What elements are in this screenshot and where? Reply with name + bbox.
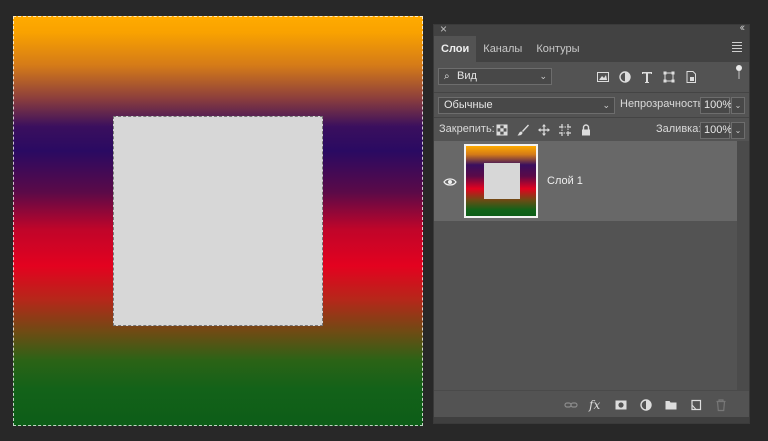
chevron-down-icon: ⌄ <box>539 71 547 81</box>
chevron-down-icon: ⌄ <box>602 100 610 110</box>
mask-icon[interactable] <box>614 398 628 412</box>
shape-filter-icon[interactable] <box>662 70 676 84</box>
tab-channels[interactable]: Каналы <box>476 36 529 62</box>
layer-filter-row: ⌕ Вид ⌄ <box>434 62 749 92</box>
tab-paths[interactable]: Контуры <box>529 36 586 62</box>
filter-toggle-stem <box>738 71 740 79</box>
fx-icon[interactable]: fx <box>589 398 603 412</box>
link-icon[interactable] <box>564 398 578 412</box>
tab-layers[interactable]: Слои <box>434 36 477 62</box>
layer-row[interactable]: Слой 1 <box>434 141 737 221</box>
close-icon[interactable]: × <box>440 22 447 36</box>
blend-mode-value: Обычные <box>444 99 493 111</box>
lock-transparency-icon[interactable] <box>495 123 509 137</box>
blend-mode-select[interactable]: Обычные ⌄ <box>438 97 615 114</box>
document-canvas[interactable] <box>13 16 423 426</box>
lock-label: Закрепить: <box>439 123 495 135</box>
opacity-label: Непрозрачность: <box>620 98 707 110</box>
fill-label: Заливка: <box>656 123 702 135</box>
layers-list: Слой 1 <box>434 141 737 391</box>
opacity-input[interactable]: 100% <box>700 97 732 114</box>
image-filter-icon[interactable] <box>596 70 610 84</box>
layers-panel: × ‹‹ Слои Каналы Контуры ⌕ Вид ⌄ Обычные… <box>433 22 750 424</box>
filter-icons <box>596 70 698 84</box>
lock-icons <box>495 123 593 137</box>
new-layer-icon[interactable] <box>689 398 703 412</box>
search-icon: ⌕ <box>444 71 450 82</box>
trash-icon[interactable] <box>714 398 728 412</box>
folder-icon[interactable] <box>664 398 678 412</box>
adjustment-filter-icon[interactable] <box>618 70 632 84</box>
collapse-icon[interactable]: ‹‹ <box>740 22 746 34</box>
layer-name[interactable]: Слой 1 <box>547 175 583 187</box>
panel-menu-icon[interactable] <box>732 42 742 54</box>
footer-icons: fx <box>564 398 728 412</box>
fx-label: fx <box>589 398 601 412</box>
panel-footer: fx <box>434 390 749 423</box>
lock-artboard-icon[interactable] <box>558 123 572 137</box>
eye-visibility-icon[interactable] <box>443 175 457 189</box>
panel-tabs: Слои Каналы Контуры <box>434 36 749 62</box>
lock-fill-row: Закрепить: Заливка: 100% ⌄ <box>434 118 749 142</box>
panel-footer-bar <box>434 417 749 423</box>
layer-thumbnail[interactable] <box>464 144 538 218</box>
fill-dropdown-button[interactable]: ⌄ <box>731 122 745 139</box>
filter-kind-value: Вид <box>457 70 477 82</box>
layer-thumbnail-square <box>484 163 520 199</box>
lock-all-icon[interactable] <box>579 123 593 137</box>
panel-title-bar: × ‹‹ <box>434 22 749 36</box>
smart-object-filter-icon[interactable] <box>684 70 698 84</box>
filter-kind-select[interactable]: ⌕ Вид ⌄ <box>438 68 552 85</box>
adjustment-icon[interactable] <box>639 398 653 412</box>
fill-input[interactable]: 100% <box>700 122 732 139</box>
type-filter-icon[interactable] <box>640 70 654 84</box>
blend-opacity-row: Обычные ⌄ Непрозрачность: 100% ⌄ <box>434 93 749 117</box>
square-selection-marquee <box>113 116 323 326</box>
lock-position-move-icon[interactable] <box>537 123 551 137</box>
layers-scrollbar[interactable] <box>737 141 749 391</box>
gray-square-shape[interactable] <box>113 116 323 326</box>
opacity-dropdown-button[interactable]: ⌄ <box>731 97 745 114</box>
lock-pixels-brush-icon[interactable] <box>516 123 530 137</box>
